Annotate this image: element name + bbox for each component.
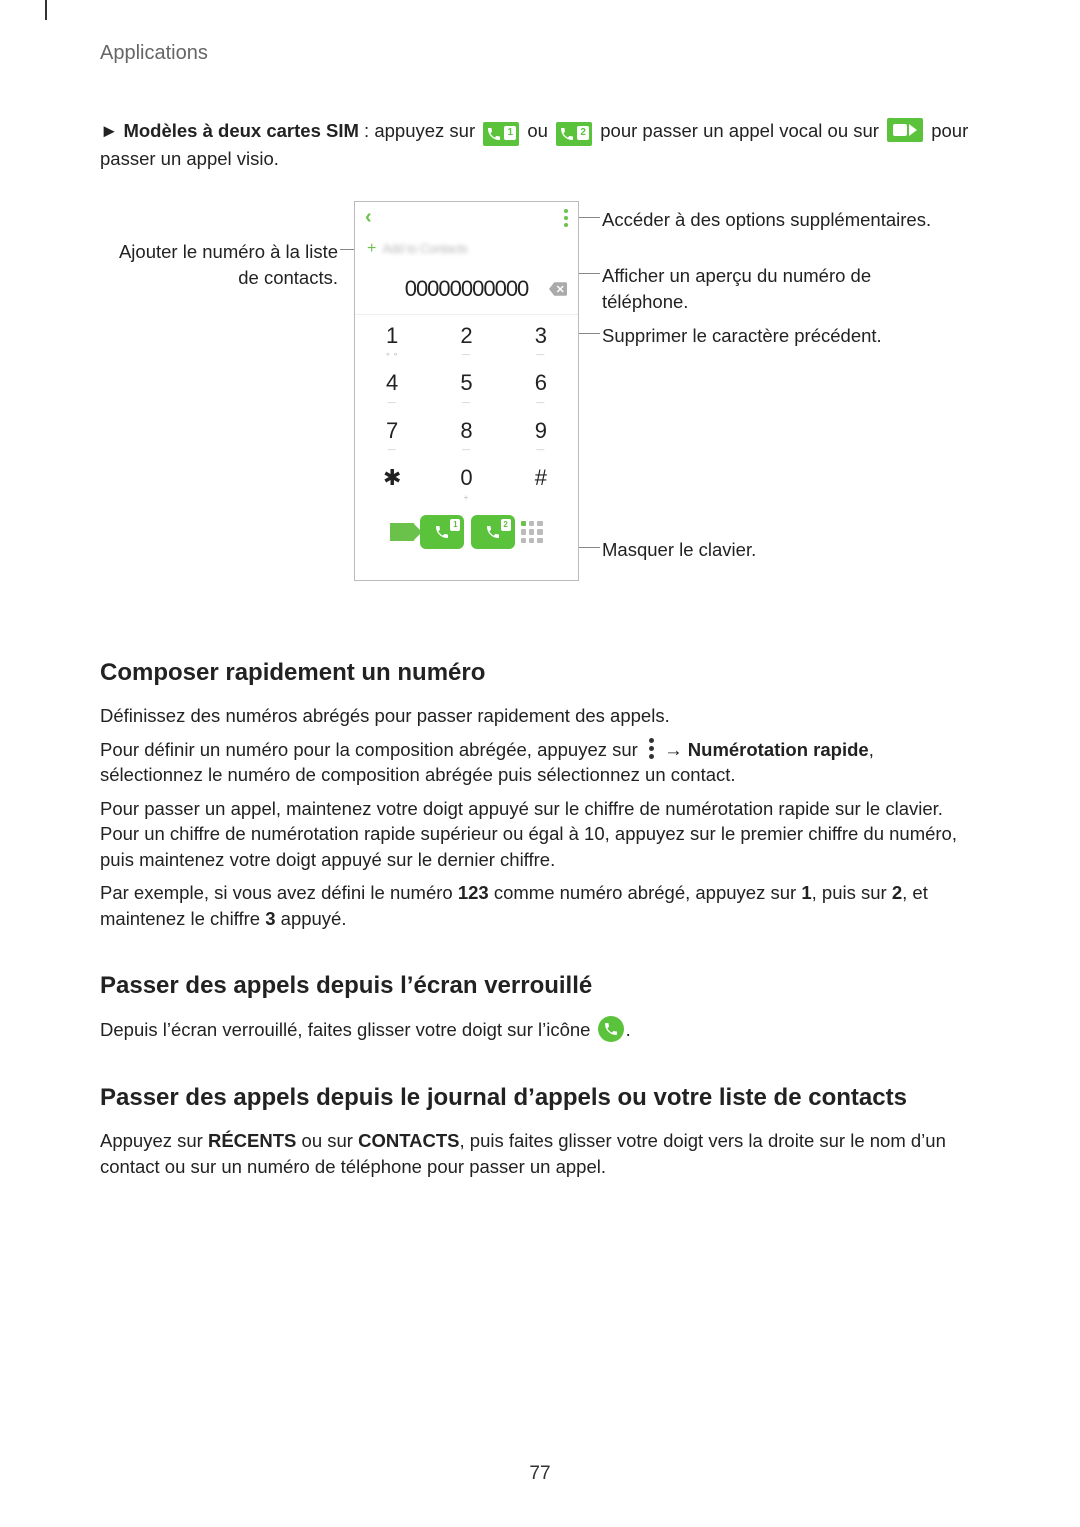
callout-line [578,333,600,334]
compose-p2: Pour définir un numéro pour la compositi… [100,737,980,788]
call-sim2-button[interactable]: 2 [471,515,515,549]
callout-preview: Afficher un aperçu du numéro de téléphon… [602,263,962,314]
back-button[interactable]: ‹ [365,204,372,232]
callout-add-contact: Ajouter le numéro à la liste de contacts… [98,239,338,290]
add-to-contacts-button[interactable]: + Add to Contacts [355,234,578,264]
phone-icon [598,1016,624,1042]
key-7[interactable]: 7— [355,410,429,458]
backspace-button[interactable] [548,282,568,296]
entered-number: 00000000000 [405,274,529,304]
key-0[interactable]: 0+ [429,458,503,506]
page: Applications ► Modèles à deux cartes SIM… [0,0,1080,1527]
key-6[interactable]: 6— [504,363,578,411]
hide-keypad-button[interactable] [521,521,543,543]
intro-text: : appuyez sur [359,120,480,141]
lock-section: Depuis l’écran verrouillé, faites glisse… [100,1016,980,1043]
page-number: 77 [0,1461,1080,1487]
compose-p4: Par exemple, si vous avez défini le numé… [100,880,980,931]
compose-section: Définissez des numéros abrégés pour pass… [100,703,980,931]
log-section: Appuyez sur RÉCENTS ou sur CONTACTS, pui… [100,1128,980,1179]
dialer-toolbar: ‹ [355,202,578,234]
call-sim2-icon: 2 [556,122,592,146]
call-sim1-icon: 1 [483,122,519,146]
section-header: Applications [100,40,980,68]
dialer-bottom-bar: 1 2 [355,505,578,559]
heading-compose: Composer rapidement un numéro [100,656,980,689]
intro-after-icons: pour passer un appel vocal ou sur [595,120,884,141]
callout-options: Accéder à des options supplémentaires. [602,207,962,233]
callout-line [578,547,600,548]
key-hash[interactable]: # [504,458,578,506]
heading-lock: Passer des appels depuis l’écran verroui… [100,969,980,1002]
callout-delete: Supprimer le caractère précédent. [602,323,962,349]
heading-log: Passer des appels depuis le journal d’ap… [100,1081,980,1114]
keypad: 1⚬⚬ 2— 3— 4— 5— 6— 7— 8— 9— ✱ 0+ # [355,315,578,505]
video-call-button[interactable] [390,523,414,541]
dialer-app: ‹ + Add to Contacts 00000000000 1⚬⚬ 2— 3… [354,201,579,581]
key-2[interactable]: 2— [429,315,503,363]
key-9[interactable]: 9— [504,410,578,458]
more-options-button[interactable] [564,209,568,227]
key-3[interactable]: 3— [504,315,578,363]
number-display[interactable]: 00000000000 [355,264,578,315]
callout-hide: Masquer le clavier. [602,537,962,563]
key-8[interactable]: 8— [429,410,503,458]
call-sim1-button[interactable]: 1 [420,515,464,549]
key-5[interactable]: 5— [429,363,503,411]
intro-or: ou [522,120,553,141]
add-contact-label: Add to Contacts [382,240,467,258]
key-4[interactable]: 4— [355,363,429,411]
key-star[interactable]: ✱ [355,458,429,506]
log-p1: Appuyez sur RÉCENTS ou sur CONTACTS, pui… [100,1128,980,1179]
more-vert-icon [646,737,656,759]
lock-p1: Depuis l’écran verrouillé, faites glisse… [100,1016,980,1043]
dialer-screenshot: Ajouter le numéro à la liste de contacts… [100,201,980,611]
video-call-icon [887,118,923,142]
intro-bold: Modèles à deux cartes SIM [123,120,358,141]
plus-icon: + [367,238,376,260]
intro-paragraph: ► Modèles à deux cartes SIM : appuyez su… [100,118,980,172]
header-divider [45,0,47,20]
triangle-bullet: ► [100,120,118,141]
key-1[interactable]: 1⚬⚬ [355,315,429,363]
callout-line [578,273,600,274]
compose-p3: Pour passer un appel, maintenez votre do… [100,796,980,873]
compose-p1: Définissez des numéros abrégés pour pass… [100,703,980,729]
